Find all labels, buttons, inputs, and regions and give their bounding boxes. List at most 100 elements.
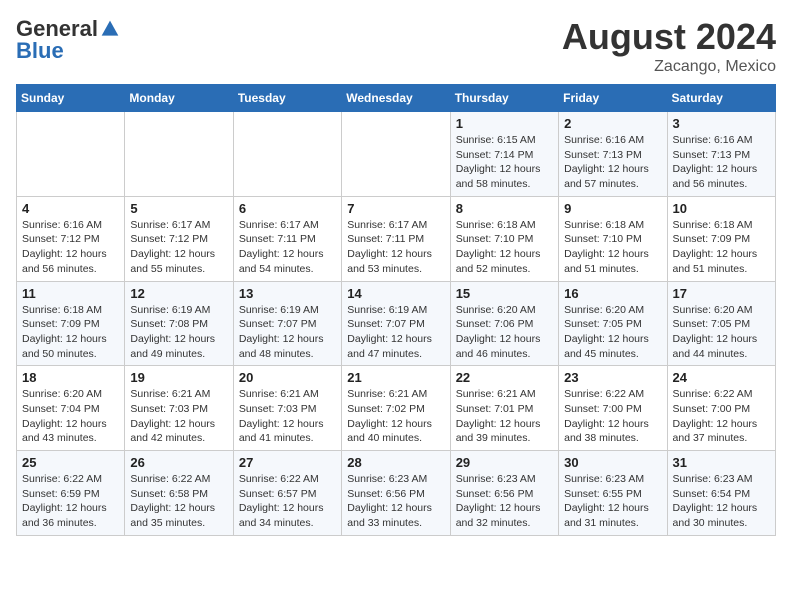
calendar-cell: 9 Sunrise: 6:18 AM Sunset: 7:10 PM Daylig… xyxy=(559,196,667,281)
page-header: General Blue August 2024 Zacango, Mexico xyxy=(16,16,776,76)
calendar-cell: 26Sunrise: 6:22 AM Sunset: 6:58 PM Dayli… xyxy=(125,451,233,536)
calendar-cell: 6 Sunrise: 6:17 AM Sunset: 7:11 PM Daylig… xyxy=(233,196,341,281)
day-info: Sunrise: 6:20 AM Sunset: 7:05 PM Dayligh… xyxy=(673,303,770,362)
calendar-day-header: Wednesday xyxy=(342,85,450,112)
day-number: 30 xyxy=(564,455,661,470)
day-number: 20 xyxy=(239,370,336,385)
day-info: Sunrise: 6:17 AM Sunset: 7:11 PM Dayligh… xyxy=(347,218,444,277)
calendar-cell: 3Sunrise: 6:16 AM Sunset: 7:13 PM Daylig… xyxy=(667,112,775,197)
day-number: 27 xyxy=(239,455,336,470)
day-info: Sunrise: 6:18 AM Sunset: 7:09 PM Dayligh… xyxy=(673,218,770,277)
calendar-cell: 16 Sunrise: 6:20 AM Sunset: 7:05 PM Dayli… xyxy=(559,281,667,366)
day-number: 13 xyxy=(239,286,336,301)
logo-icon xyxy=(100,19,120,39)
day-number: 29 xyxy=(456,455,553,470)
day-number: 31 xyxy=(673,455,770,470)
day-info: Sunrise: 6:16 AM Sunset: 7:12 PM Dayligh… xyxy=(22,218,119,277)
day-number: 2 xyxy=(564,116,661,131)
day-info: Sunrise: 6:19 AM Sunset: 7:08 PM Dayligh… xyxy=(130,303,227,362)
calendar-cell: 5Sunrise: 6:17 AM Sunset: 7:12 PM Daylig… xyxy=(125,196,233,281)
calendar-cell: 23Sunrise: 6:22 AM Sunset: 7:00 PM Dayli… xyxy=(559,366,667,451)
title-section: August 2024 Zacango, Mexico xyxy=(562,16,776,76)
day-number: 25 xyxy=(22,455,119,470)
day-info: Sunrise: 6:18 AM Sunset: 7:09 PM Dayligh… xyxy=(22,303,119,362)
day-info: Sunrise: 6:19 AM Sunset: 7:07 PM Dayligh… xyxy=(239,303,336,362)
day-number: 4 xyxy=(22,201,119,216)
calendar-cell: 11 Sunrise: 6:18 AM Sunset: 7:09 PM Dayli… xyxy=(17,281,125,366)
calendar-week-row: 11 Sunrise: 6:18 AM Sunset: 7:09 PM Dayli… xyxy=(17,281,776,366)
calendar-cell: 13 Sunrise: 6:19 AM Sunset: 7:07 PM Dayli… xyxy=(233,281,341,366)
day-number: 18 xyxy=(22,370,119,385)
day-info: Sunrise: 6:21 AM Sunset: 7:03 PM Dayligh… xyxy=(239,387,336,446)
calendar-cell: 27 Sunrise: 6:22 AM Sunset: 6:57 PM Dayli… xyxy=(233,451,341,536)
calendar-header-row: SundayMondayTuesdayWednesdayThursdayFrid… xyxy=(17,85,776,112)
day-number: 1 xyxy=(456,116,553,131)
day-info: Sunrise: 6:23 AM Sunset: 6:56 PM Dayligh… xyxy=(347,472,444,531)
day-number: 17 xyxy=(673,286,770,301)
calendar-week-row: 1 Sunrise: 6:15 AM Sunset: 7:14 PM Daylig… xyxy=(17,112,776,197)
day-number: 11 xyxy=(22,286,119,301)
day-info: Sunrise: 6:20 AM Sunset: 7:05 PM Dayligh… xyxy=(564,303,661,362)
day-info: Sunrise: 6:22 AM Sunset: 6:58 PM Dayligh… xyxy=(130,472,227,531)
calendar-week-row: 4 Sunrise: 6:16 AM Sunset: 7:12 PM Daylig… xyxy=(17,196,776,281)
calendar-cell: 15Sunrise: 6:20 AM Sunset: 7:06 PM Dayli… xyxy=(450,281,558,366)
calendar-cell: 14 Sunrise: 6:19 AM Sunset: 7:07 PM Dayli… xyxy=(342,281,450,366)
day-number: 19 xyxy=(130,370,227,385)
calendar-cell: 21Sunrise: 6:21 AM Sunset: 7:02 PM Dayli… xyxy=(342,366,450,451)
day-info: Sunrise: 6:19 AM Sunset: 7:07 PM Dayligh… xyxy=(347,303,444,362)
day-info: Sunrise: 6:16 AM Sunset: 7:13 PM Dayligh… xyxy=(564,133,661,192)
calendar-day-header: Friday xyxy=(559,85,667,112)
day-info: Sunrise: 6:15 AM Sunset: 7:14 PM Dayligh… xyxy=(456,133,553,192)
day-number: 6 xyxy=(239,201,336,216)
calendar-cell xyxy=(342,112,450,197)
logo: General Blue xyxy=(16,16,120,64)
day-number: 7 xyxy=(347,201,444,216)
day-info: Sunrise: 6:18 AM Sunset: 7:10 PM Dayligh… xyxy=(456,218,553,277)
day-number: 22 xyxy=(456,370,553,385)
day-number: 12 xyxy=(130,286,227,301)
day-number: 9 xyxy=(564,201,661,216)
day-number: 14 xyxy=(347,286,444,301)
calendar-cell: 29 Sunrise: 6:23 AM Sunset: 6:56 PM Dayli… xyxy=(450,451,558,536)
day-number: 15 xyxy=(456,286,553,301)
calendar-cell xyxy=(17,112,125,197)
day-number: 8 xyxy=(456,201,553,216)
day-info: Sunrise: 6:21 AM Sunset: 7:01 PM Dayligh… xyxy=(456,387,553,446)
calendar-table: SundayMondayTuesdayWednesdayThursdayFrid… xyxy=(16,84,776,536)
calendar-cell: 8 Sunrise: 6:18 AM Sunset: 7:10 PM Daylig… xyxy=(450,196,558,281)
calendar-cell: 28 Sunrise: 6:23 AM Sunset: 6:56 PM Dayli… xyxy=(342,451,450,536)
day-number: 28 xyxy=(347,455,444,470)
calendar-week-row: 25 Sunrise: 6:22 AM Sunset: 6:59 PM Dayli… xyxy=(17,451,776,536)
calendar-cell xyxy=(125,112,233,197)
day-info: Sunrise: 6:21 AM Sunset: 7:03 PM Dayligh… xyxy=(130,387,227,446)
calendar-cell xyxy=(233,112,341,197)
day-number: 10 xyxy=(673,201,770,216)
calendar-cell: 4 Sunrise: 6:16 AM Sunset: 7:12 PM Daylig… xyxy=(17,196,125,281)
calendar-day-header: Monday xyxy=(125,85,233,112)
day-info: Sunrise: 6:23 AM Sunset: 6:54 PM Dayligh… xyxy=(673,472,770,531)
day-number: 5 xyxy=(130,201,227,216)
calendar-cell: 30 Sunrise: 6:23 AM Sunset: 6:55 PM Dayli… xyxy=(559,451,667,536)
day-number: 16 xyxy=(564,286,661,301)
day-info: Sunrise: 6:23 AM Sunset: 6:55 PM Dayligh… xyxy=(564,472,661,531)
calendar-day-header: Saturday xyxy=(667,85,775,112)
day-info: Sunrise: 6:17 AM Sunset: 7:11 PM Dayligh… xyxy=(239,218,336,277)
calendar-day-header: Thursday xyxy=(450,85,558,112)
calendar-cell: 20 Sunrise: 6:21 AM Sunset: 7:03 PM Dayli… xyxy=(233,366,341,451)
calendar-cell: 12 Sunrise: 6:19 AM Sunset: 7:08 PM Dayli… xyxy=(125,281,233,366)
calendar-cell: 7 Sunrise: 6:17 AM Sunset: 7:11 PM Daylig… xyxy=(342,196,450,281)
calendar-cell: 1 Sunrise: 6:15 AM Sunset: 7:14 PM Daylig… xyxy=(450,112,558,197)
logo-blue-text: Blue xyxy=(16,38,64,64)
day-info: Sunrise: 6:18 AM Sunset: 7:10 PM Dayligh… xyxy=(564,218,661,277)
day-info: Sunrise: 6:22 AM Sunset: 6:57 PM Dayligh… xyxy=(239,472,336,531)
day-info: Sunrise: 6:21 AM Sunset: 7:02 PM Dayligh… xyxy=(347,387,444,446)
calendar-week-row: 18Sunrise: 6:20 AM Sunset: 7:04 PM Dayli… xyxy=(17,366,776,451)
day-number: 24 xyxy=(673,370,770,385)
day-info: Sunrise: 6:23 AM Sunset: 6:56 PM Dayligh… xyxy=(456,472,553,531)
calendar-cell: 17 Sunrise: 6:20 AM Sunset: 7:05 PM Dayli… xyxy=(667,281,775,366)
calendar-cell: 25 Sunrise: 6:22 AM Sunset: 6:59 PM Dayli… xyxy=(17,451,125,536)
day-info: Sunrise: 6:22 AM Sunset: 7:00 PM Dayligh… xyxy=(673,387,770,446)
day-info: Sunrise: 6:22 AM Sunset: 6:59 PM Dayligh… xyxy=(22,472,119,531)
calendar-day-header: Tuesday xyxy=(233,85,341,112)
calendar-cell: 19 Sunrise: 6:21 AM Sunset: 7:03 PM Dayli… xyxy=(125,366,233,451)
